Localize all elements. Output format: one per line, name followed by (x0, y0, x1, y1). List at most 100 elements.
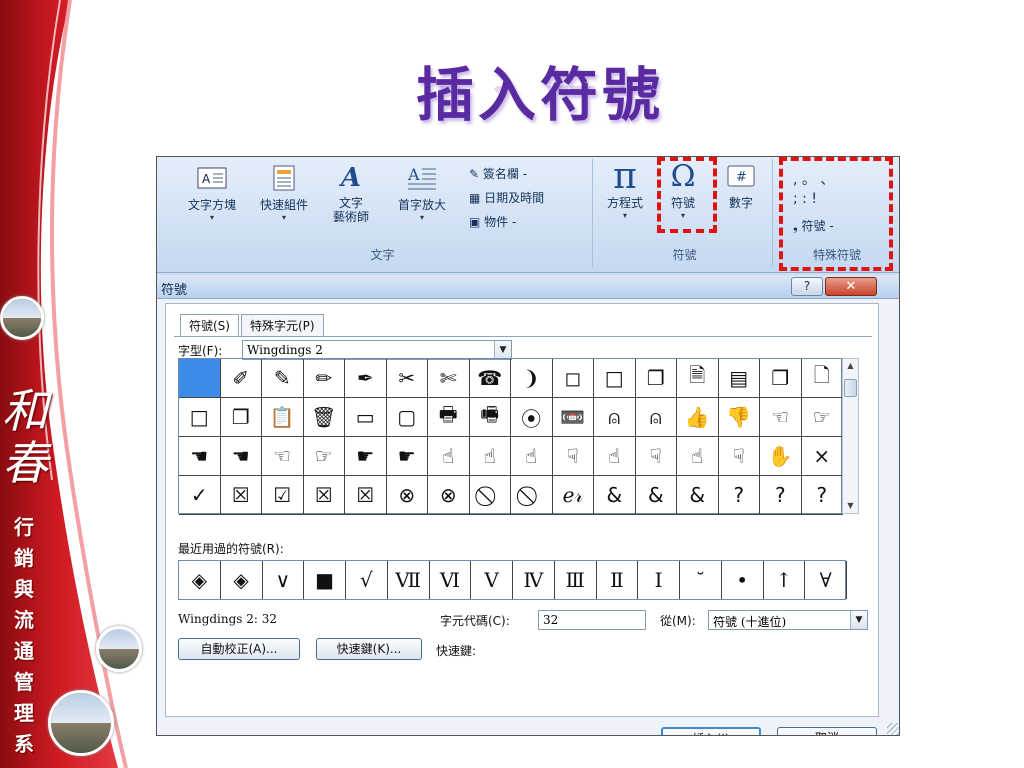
symbol-cell[interactable]: ✋ (760, 437, 802, 476)
symbol-cell[interactable]: ⊗ (386, 476, 428, 515)
symbol-cell[interactable]: 🗋 (801, 359, 843, 398)
symbol-cell[interactable]: ▭ (345, 398, 387, 437)
recent-symbol-cell[interactable]: ˘ (680, 561, 722, 599)
symbol-cell[interactable]: 👎 (718, 398, 760, 437)
symbol-cell[interactable]: ☒ (220, 476, 262, 515)
char-code-input[interactable]: 32 (538, 610, 646, 630)
scroll-down-icon[interactable]: ▼ (843, 499, 858, 513)
symbol-cell[interactable]: 🗎 (677, 359, 719, 398)
symbol-cell[interactable]: □ (594, 359, 636, 398)
symbol-cell[interactable]: ❐ (220, 398, 262, 437)
symbol-cell[interactable]: ☟ (635, 437, 677, 476)
symbol-cell[interactable]: ☝ (677, 437, 719, 476)
tab-special-characters[interactable]: 特殊字元(P) (240, 314, 324, 336)
recent-symbol-cell[interactable]: ◈ (179, 561, 221, 599)
scrollbar-thumb[interactable] (844, 379, 857, 397)
symbol-cell[interactable]: ⃠ (511, 476, 553, 515)
insert-button[interactable]: 插入(I) (661, 727, 761, 735)
recent-symbol-cell[interactable]: ∀ (805, 561, 847, 599)
symbol-cell[interactable]: ? (718, 476, 760, 515)
symbol-cell[interactable]: ✒ (345, 359, 387, 398)
symbol-cell[interactable]: ✂ (386, 359, 428, 398)
symbol-cell[interactable]: ? (801, 476, 843, 515)
recent-symbol-cell[interactable]: Ⅵ (430, 561, 472, 599)
symbol-cell[interactable]: ☜ (262, 437, 304, 476)
symbol-cell[interactable]: ☛ (386, 437, 428, 476)
font-select[interactable]: Wingdings 2 ▼ (242, 340, 512, 360)
resize-grip[interactable] (887, 723, 899, 735)
symbol-cell[interactable]: & (635, 476, 677, 515)
cancel-button[interactable]: 取消 (777, 727, 877, 735)
symbol-cell[interactable]: ☜ (760, 398, 802, 437)
symbol-cell[interactable]: ◻ (552, 359, 594, 398)
shortcut-key-button[interactable]: 快速鍵(K)... (316, 638, 422, 660)
symbol-cell[interactable]: ✏ (303, 359, 345, 398)
symbol-cell[interactable]: ▢ (386, 398, 428, 437)
symbol-cell[interactable]: ☝ (511, 437, 553, 476)
symbol-cell[interactable]: & (677, 476, 719, 515)
symbol-cell[interactable]: ☟ (552, 437, 594, 476)
symbol-cell[interactable]: 📋 (262, 398, 304, 437)
symbol-cell[interactable]: ❐ (635, 359, 677, 398)
symbol-cell[interactable]: × (801, 437, 843, 476)
symbol-cell[interactable]: ⊗ (428, 476, 470, 515)
object-button[interactable]: ▣ 物件 - (469, 213, 516, 230)
symbol-cell[interactable]: ❩ (511, 359, 553, 398)
symbol-cell[interactable]: ⍝ (594, 398, 636, 437)
symbol-cell[interactable]: 🗑 (303, 398, 345, 437)
symbol-grid[interactable]: ✐ ✎ ✏ ✒ ✂ ✄ ☎ ❩ ◻ □ ❐ 🗎 ▤ ❐ 🗋 □ ❐ 📋 🗑 ▭ ▢ 🖶 🖷 ⦿ 📼 ⍝ ⍝ 👍 👎 ☜ ☞ ☚ ☚ ☜ ☞ ☛ ☛ ☝ ☝ ☝… (178, 358, 843, 515)
symbol-cell[interactable]: ✐ (220, 359, 262, 398)
symbol-cell[interactable] (179, 359, 221, 398)
symbol-cell[interactable]: ❐ (760, 359, 802, 398)
symbol-cell[interactable]: 👍 (677, 398, 719, 437)
symbol-cell[interactable]: ☟ (718, 437, 760, 476)
autocorrect-button[interactable]: 自動校正(A)... (178, 638, 300, 660)
symbol-cell[interactable]: 🖶 (428, 398, 470, 437)
symbol-cell[interactable]: ☝ (594, 437, 636, 476)
scroll-up-icon[interactable]: ▲ (843, 359, 858, 373)
symbol-cell[interactable]: ? (760, 476, 802, 515)
symbol-cell[interactable]: & (594, 476, 636, 515)
equation-button[interactable]: π 方程式 ▾ (599, 157, 651, 220)
symbol-cell[interactable]: ☒ (303, 476, 345, 515)
recent-symbol-cell[interactable]: Ⅴ (471, 561, 513, 599)
symbol-cell[interactable]: ☞ (303, 437, 345, 476)
symbol-cell[interactable]: ☛ (345, 437, 387, 476)
drop-cap-button[interactable]: A 首字放大 ▾ (389, 163, 455, 222)
recent-symbol-cell[interactable]: Ⅶ (388, 561, 430, 599)
signature-line-button[interactable]: ✎ 簽名欄 - (469, 165, 527, 182)
text-box-button[interactable]: A 文字方塊 ▾ (179, 163, 245, 222)
symbol-cell[interactable]: □ (179, 398, 221, 437)
close-button[interactable]: ✕ (825, 277, 877, 296)
symbol-cell[interactable]: ☑ (262, 476, 304, 515)
symbol-cell[interactable]: ⍝ (635, 398, 677, 437)
symbol-cell[interactable]: ☎ (469, 359, 511, 398)
tab-symbols[interactable]: 符號(S) (180, 314, 239, 337)
symbol-cell[interactable]: ℯ𝓇 (552, 476, 594, 515)
symbol-cell[interactable]: ☝ (469, 437, 511, 476)
wordart-button[interactable]: A 文字 藝術師 (321, 163, 381, 224)
recent-symbol-cell[interactable]: • (722, 561, 764, 599)
quick-parts-button[interactable]: 快速組件 ▾ (251, 163, 317, 222)
date-time-button[interactable]: ▦ 日期及時間 (469, 189, 544, 206)
symbol-cell[interactable]: ▤ (718, 359, 760, 398)
recent-symbol-cell[interactable]: √ (346, 561, 388, 599)
help-button[interactable]: ? (791, 277, 823, 296)
symbol-cell[interactable]: ⦿ (511, 398, 553, 437)
recent-symbol-cell[interactable]: Ⅲ (555, 561, 597, 599)
symbol-cell[interactable]: ⃠ (469, 476, 511, 515)
from-select[interactable]: 符號 (十進位) ▼ (708, 610, 868, 630)
symbol-cell[interactable]: 🖷 (469, 398, 511, 437)
recent-symbol-cell[interactable]: ∨ (263, 561, 305, 599)
recent-symbols[interactable]: ◈ ◈ ∨ ■ √ Ⅶ Ⅵ Ⅴ Ⅳ Ⅲ Ⅱ Ⅰ ˘ • ↑ ∀ (178, 560, 847, 600)
symbol-cell[interactable]: ☝ (428, 437, 470, 476)
recent-symbol-cell[interactable]: Ⅱ (597, 561, 639, 599)
symbol-grid-scrollbar[interactable]: ▲ ▼ (842, 358, 859, 514)
recent-symbol-cell[interactable]: Ⅳ (513, 561, 555, 599)
symbol-cell[interactable]: ✎ (262, 359, 304, 398)
symbol-cell[interactable]: ✓ (179, 476, 221, 515)
symbol-cell[interactable]: 📼 (552, 398, 594, 437)
recent-symbol-cell[interactable]: ↑ (764, 561, 806, 599)
recent-symbol-cell[interactable]: Ⅰ (638, 561, 680, 599)
symbol-cell[interactable]: ☚ (179, 437, 221, 476)
